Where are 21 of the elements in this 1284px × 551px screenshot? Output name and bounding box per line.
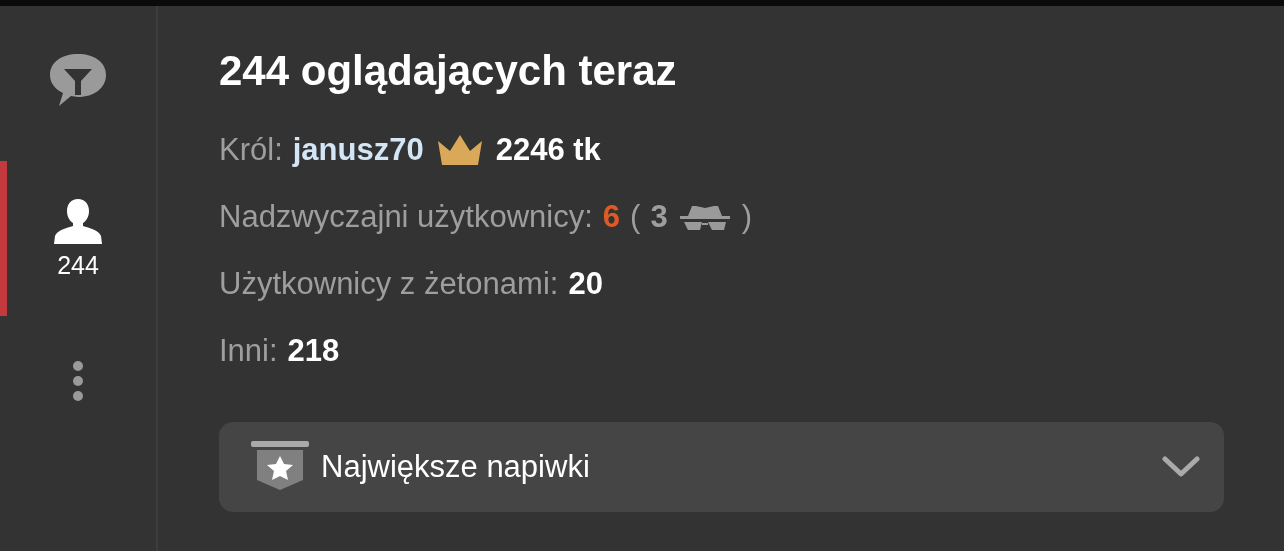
token-amount: 2246 tk	[495, 131, 601, 168]
speech-bubble-funnel-icon	[48, 51, 108, 108]
stat-label: Nadzwyczajni użytkownicy:	[219, 198, 593, 235]
paren-text: )	[741, 198, 752, 235]
users-tab[interactable]: 244	[52, 197, 104, 280]
top-tips-dropdown[interactable]: Największe napiwki	[219, 422, 1224, 512]
username-link[interactable]: janusz70	[292, 131, 424, 168]
stat-value: 20	[568, 265, 603, 302]
vertical-dots-icon	[72, 360, 84, 402]
hidden-count: 3	[650, 198, 668, 235]
paren-text: (	[630, 198, 641, 235]
stat-label: Inni:	[219, 332, 278, 369]
stat-value: 218	[287, 332, 340, 369]
viewers-heading: 244 oglądających teraz	[219, 46, 678, 96]
star-badge-icon	[249, 441, 311, 493]
more-options-button[interactable]	[72, 360, 84, 402]
stat-label: Użytkownicy z żetonami:	[219, 265, 559, 302]
chat-filter-tab[interactable]	[48, 51, 108, 108]
person-icon	[52, 197, 104, 245]
stat-value: 6	[602, 198, 621, 235]
king-label: Król:	[219, 131, 283, 168]
